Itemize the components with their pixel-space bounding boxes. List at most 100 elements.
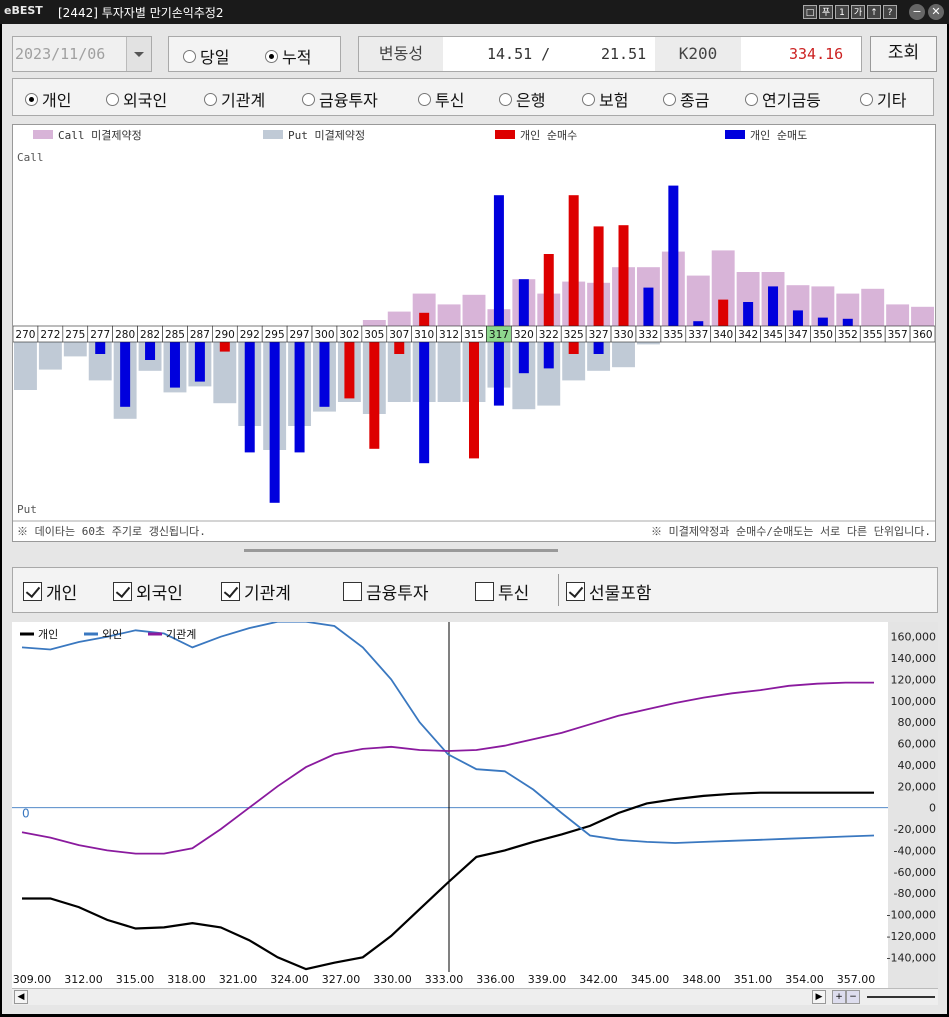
x-tick-label: 345.00 xyxy=(631,973,670,986)
x-tick-label: 318.00 xyxy=(167,973,206,986)
window-option-button-4[interactable]: 가 xyxy=(851,5,865,19)
series-filter-bar: 개인 외국인 기관계 금융투자 투신 선물포함 xyxy=(12,567,938,613)
legend-label-3: 개인 순매도 xyxy=(750,129,807,142)
strike-label: 347 xyxy=(788,329,808,341)
chevron-down-icon[interactable] xyxy=(126,37,151,71)
strike-label: 287 xyxy=(190,329,210,341)
investor-radio-8[interactable]: 연기금등 xyxy=(745,87,821,111)
title-bar: eBEST [2442] 투자자별 만기손익추정2 □ 푸 1 가 ↑ ? − … xyxy=(0,0,949,24)
y-tick-label: -100,000 xyxy=(887,909,936,922)
horizontal-scrollbar[interactable]: ◀ ▶ + − xyxy=(12,988,938,1005)
legend-label-1: 외인 xyxy=(102,628,122,641)
strike-label: 280 xyxy=(115,329,135,341)
strike-label: 330 xyxy=(613,329,633,341)
legend-label-0: 개인 xyxy=(38,628,58,641)
investor-radio-9[interactable]: 기타 xyxy=(860,87,906,111)
radio-daily[interactable]: 당일 xyxy=(183,44,229,68)
x-tick-label: 327.00 xyxy=(322,973,361,986)
x-tick-label: 354.00 xyxy=(785,973,824,986)
put-individual-bar xyxy=(419,342,430,464)
investor-radio-2[interactable]: 기관계 xyxy=(204,87,265,111)
zero-label: 0 xyxy=(22,807,30,821)
strike-label: 335 xyxy=(663,329,683,341)
investor-radio-3[interactable]: 금융투자 xyxy=(302,87,378,111)
investor-label: 은행 xyxy=(516,91,546,110)
date-picker[interactable]: 2023/11/06 xyxy=(12,36,152,72)
date-value: 2023/11/06 xyxy=(15,45,106,63)
put-oi-bar xyxy=(612,342,635,368)
call-individual-bar xyxy=(518,279,529,326)
checkbox-box xyxy=(113,582,132,601)
legend-label-0: Call 미결제약정 xyxy=(58,128,142,142)
radio-dot xyxy=(860,92,873,106)
put-individual-bar xyxy=(269,342,280,503)
investor-radio-4[interactable]: 투신 xyxy=(418,87,464,111)
legend-swatch-1 xyxy=(263,130,283,139)
scroll-left-icon[interactable]: ◀ xyxy=(14,990,28,1004)
call-individual-bar xyxy=(493,195,504,326)
y-tick-label: 80,000 xyxy=(898,716,937,729)
oi-bar-chart-svg: Call 미결제약정 Put 미결제약정 개인 순매수 개인 순매도 Call Put 27… xyxy=(12,128,936,538)
investor-radio-6[interactable]: 보험 xyxy=(582,87,628,111)
x-tick-label: 339.00 xyxy=(528,973,567,986)
radio-cumulative[interactable]: 누적 xyxy=(265,44,311,68)
lookup-button[interactable]: 조회 xyxy=(870,36,937,72)
filter-checkbox-5[interactable]: 선물포함 xyxy=(566,579,652,604)
strike-label: 292 xyxy=(240,329,260,341)
x-tick-label: 336.00 xyxy=(476,973,515,986)
filter-divider xyxy=(558,574,559,606)
filter-checkbox-1[interactable]: 외국인 xyxy=(113,579,183,604)
call-oi-bar xyxy=(686,275,710,326)
investor-label: 개인 xyxy=(42,91,72,110)
minimize-icon[interactable]: − xyxy=(909,4,925,20)
call-oi-bar xyxy=(387,311,411,326)
investor-radio-7[interactable]: 종금 xyxy=(663,87,709,111)
filter-checkbox-3[interactable]: 금융투자 xyxy=(343,579,429,604)
zoom-out-icon[interactable]: − xyxy=(846,990,860,1004)
filter-checkbox-2[interactable]: 기관계 xyxy=(221,579,291,604)
radio-dot-cumulative xyxy=(265,49,278,63)
call-individual-bar xyxy=(543,254,554,326)
strike-label: 337 xyxy=(688,329,708,341)
x-tick-label: 342.00 xyxy=(579,973,618,986)
zoom-in-icon[interactable]: + xyxy=(832,990,846,1004)
app-logo: eBEST xyxy=(4,4,43,17)
volatility-value-2: 21.51 xyxy=(601,45,647,63)
x-tick-label: 321.00 xyxy=(219,973,258,986)
call-individual-bar xyxy=(792,310,803,326)
investor-radio-1[interactable]: 외국인 xyxy=(106,87,167,111)
close-icon[interactable]: ✕ xyxy=(928,4,944,20)
window-option-button-5[interactable]: ↑ xyxy=(867,5,881,19)
strike-label: 322 xyxy=(539,329,559,341)
window-option-button-3[interactable]: 1 xyxy=(835,5,849,19)
help-button[interactable]: ? xyxy=(883,5,897,19)
strike-label: 282 xyxy=(140,329,160,341)
x-tick-label: 333.00 xyxy=(425,973,464,986)
call-individual-bar xyxy=(842,318,853,326)
filter-checkbox-4[interactable]: 투신 xyxy=(475,579,529,604)
zoom-slider[interactable] xyxy=(867,996,935,998)
panel-splitter[interactable] xyxy=(244,549,558,552)
call-individual-bar xyxy=(593,226,604,326)
strike-label: 357 xyxy=(888,329,908,341)
scroll-right-icon[interactable]: ▶ xyxy=(812,990,826,1004)
investor-radio-5[interactable]: 은행 xyxy=(499,87,545,111)
filter-checkbox-0[interactable]: 개인 xyxy=(23,579,77,604)
put-individual-bar xyxy=(244,342,255,453)
pnl-line-chart: 160,000 140,000 120,000 100,000 80,000 60,000… xyxy=(12,620,938,988)
radio-dot xyxy=(204,92,217,106)
call-side-label: Call xyxy=(17,151,44,164)
investor-radio-0[interactable]: 개인 xyxy=(25,87,71,111)
put-individual-bar xyxy=(369,342,380,449)
y-tick-label: 0 xyxy=(929,802,936,815)
y-tick-label: -140,000 xyxy=(887,951,936,964)
x-tick-label: 309.00 xyxy=(13,973,52,986)
volatility-label: 변동성 xyxy=(359,37,443,71)
x-tick-label: 312.00 xyxy=(64,973,103,986)
window-option-button-2[interactable]: 푸 xyxy=(819,5,833,19)
call-individual-bar xyxy=(693,321,704,326)
put-oi-bar xyxy=(63,342,87,357)
window-option-button-1[interactable]: □ xyxy=(803,5,817,19)
investor-label: 기타 xyxy=(877,91,907,110)
put-oi-bar xyxy=(636,342,660,345)
